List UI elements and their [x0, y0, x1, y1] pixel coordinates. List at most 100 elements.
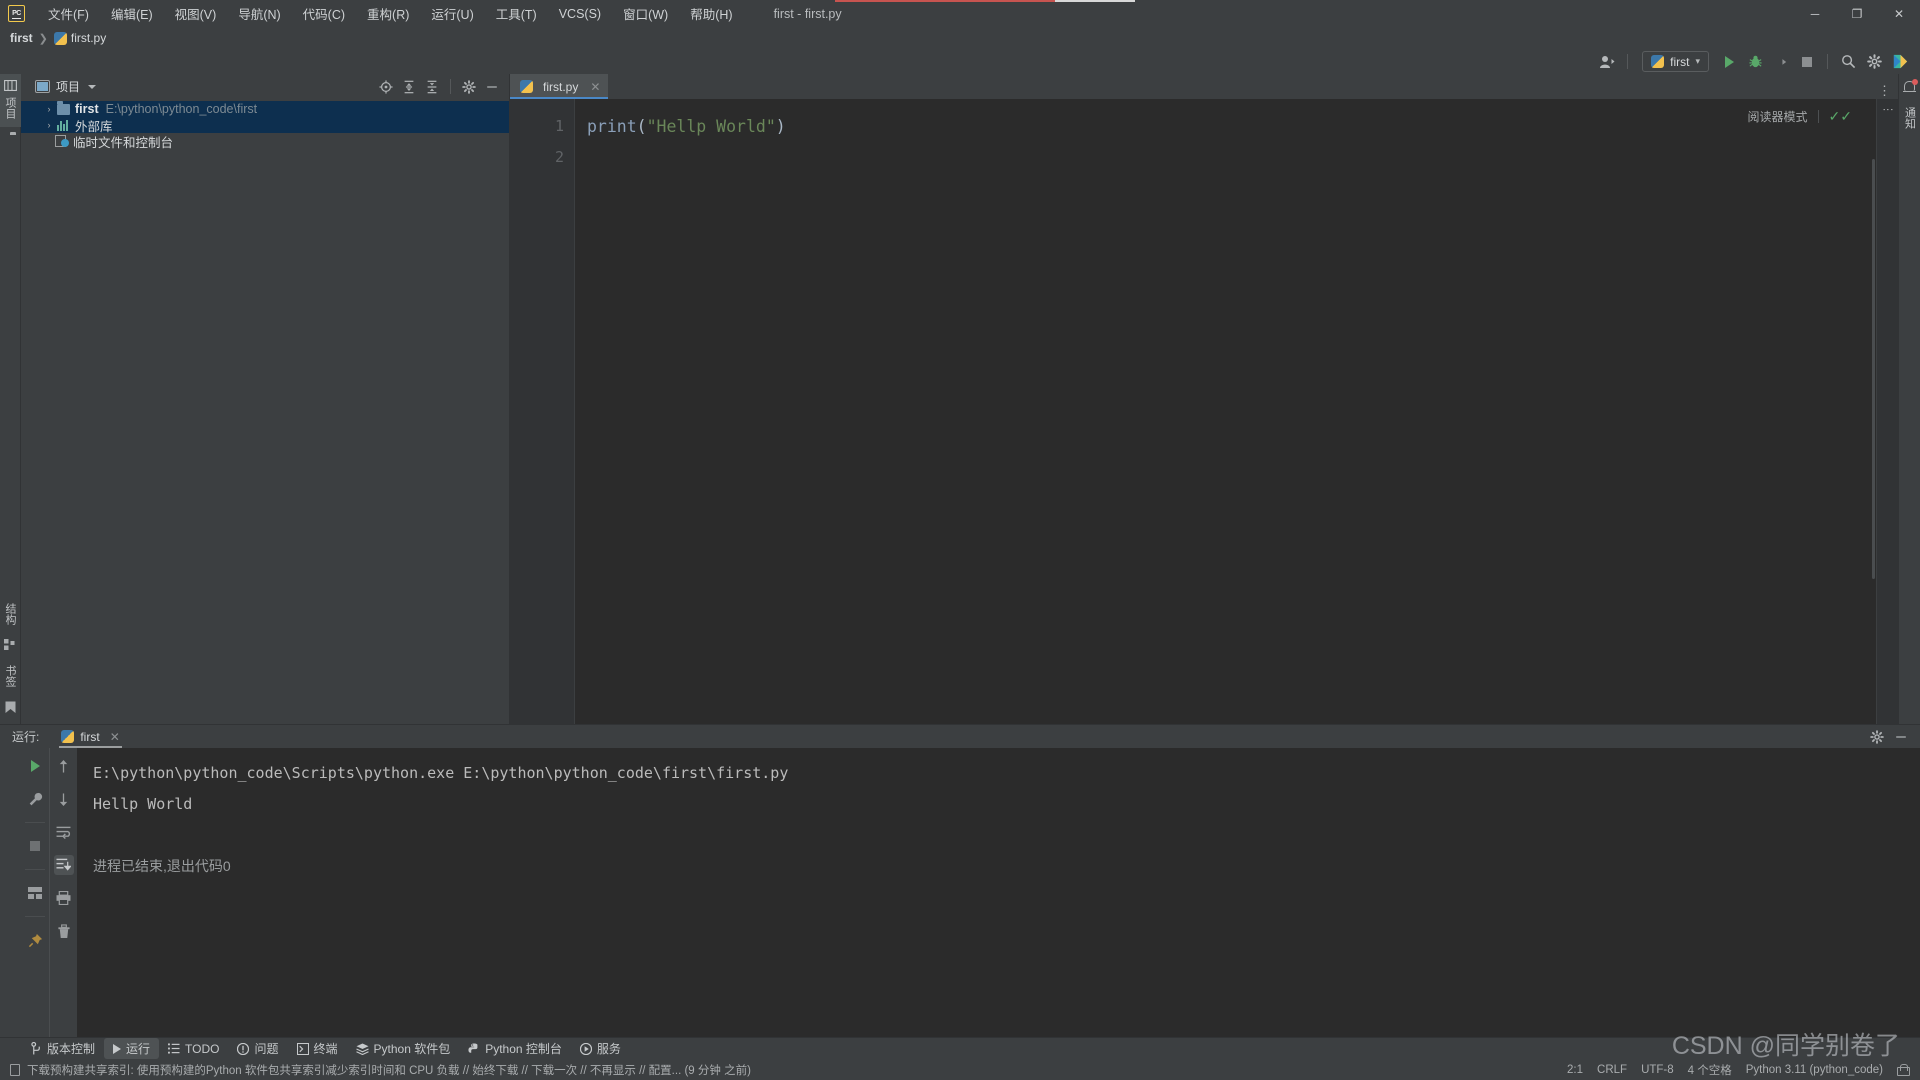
run-console-output[interactable]: E:\python\python_code\Scripts\python.exe… [77, 748, 1920, 1037]
left-rail-bottom-group: 结构 书签 [2, 603, 18, 724]
inspections-more-icon[interactable]: ⋮ [1882, 104, 1894, 115]
bottom-item-terminal[interactable]: 终端 [288, 1038, 347, 1059]
python-interpreter[interactable]: Python 3.11 (python_code) [1746, 1064, 1883, 1076]
menu-item-view[interactable]: 视图(V) [164, 1, 228, 26]
close-icon[interactable]: ✕ [110, 730, 120, 744]
ide-feature-icon[interactable] [1888, 51, 1912, 73]
tree-row-scratches[interactable]: 临时文件和控制台 [21, 133, 509, 150]
close-icon[interactable]: ✕ [590, 80, 600, 94]
caret-position[interactable]: 2:1 [1567, 1064, 1583, 1076]
left-rail-structure-label[interactable]: 结构 [2, 603, 18, 625]
run-window-body: 运行 [0, 748, 1920, 1037]
debug-icon[interactable] [1743, 51, 1767, 73]
menu-item-navigate[interactable]: 导航(N) [227, 1, 291, 26]
menu-item-edit[interactable]: 编辑(E) [100, 1, 164, 26]
menu-item-help[interactable]: 帮助(H) [679, 1, 743, 26]
wrench-settings-icon[interactable] [25, 789, 45, 809]
breadcrumb-project[interactable]: first [10, 31, 33, 45]
menu-item-run[interactable]: 运行(U) [420, 1, 484, 26]
run-button[interactable] [1717, 51, 1741, 73]
python-file-icon [53, 31, 67, 45]
stop-run-button[interactable] [25, 836, 45, 856]
minimize-button[interactable]: ─ [1794, 0, 1836, 27]
run-window-label: 运行: [12, 730, 40, 744]
search-icon[interactable] [1836, 51, 1860, 73]
gear-icon[interactable] [1862, 51, 1886, 73]
tree-node-name: 临时文件和控制台 [73, 135, 174, 150]
project-settings-gear-icon[interactable] [458, 77, 480, 97]
pin-tab-icon[interactable] [25, 930, 45, 950]
expand-all-icon[interactable] [398, 77, 420, 97]
scroll-to-end-icon[interactable] [53, 855, 74, 875]
pycharm-window: PC 文件(F) 编辑(E) 视图(V) 导航(N) 代码(C) 重构(R) 运… [0, 0, 1920, 1080]
select-opened-file-icon[interactable] [375, 77, 397, 97]
menu-item-code[interactable]: 代码(C) [292, 1, 356, 26]
more-options-icon[interactable]: ⋮ [1878, 83, 1892, 99]
bottom-item-label: 终端 [313, 1042, 338, 1056]
hide-panel-icon[interactable] [481, 77, 503, 97]
clear-all-trash-icon[interactable] [54, 921, 74, 941]
inspection-ok-check-icon[interactable]: ✓✓ [1829, 108, 1852, 125]
rerun-button[interactable] [25, 756, 45, 776]
right-tool-rail: 书签 通知 [1898, 74, 1920, 724]
bottom-item-label: Python 软件包 [373, 1042, 451, 1056]
code-open-paren: ( [636, 117, 647, 136]
bottom-item-python-packages[interactable]: Python 软件包 [347, 1038, 460, 1059]
status-bar-message[interactable]: 下载预构建共享索引: 使用预构建的Python 软件包共享索引减少索引时间和 C… [27, 1062, 751, 1078]
close-button[interactable]: ✕ [1878, 0, 1920, 27]
menu-item-refactor[interactable]: 重构(R) [356, 1, 420, 26]
left-rail-bookmarks-label[interactable]: 书签 [2, 665, 18, 687]
bottom-item-problems[interactable]: 问题 [228, 1038, 287, 1059]
right-rail-notifications-text[interactable]: 通知 [1902, 107, 1918, 129]
lock-icon[interactable] [1897, 1063, 1910, 1076]
line-number-gutter: 12 [510, 99, 575, 724]
menu-item-tools[interactable]: 工具(T) [485, 1, 548, 26]
bottom-item-python-console[interactable]: Python 控制台 [459, 1038, 571, 1059]
bottom-item-todo[interactable]: TODO [159, 1040, 228, 1058]
menu-item-file[interactable]: 文件(F) [37, 1, 100, 26]
line-separator[interactable]: CRLF [1597, 1064, 1627, 1076]
project-icon [35, 80, 50, 93]
run-tab-first[interactable]: first ✕ [53, 725, 127, 748]
run-left-rail: 运行 [0, 748, 21, 1037]
bottom-item-run[interactable]: 运行 [104, 1038, 160, 1059]
editor-scrollbar[interactable] [1872, 159, 1875, 579]
code-function-name: print [587, 117, 637, 136]
project-window-icon [3, 80, 17, 91]
stop-button[interactable] [1795, 51, 1819, 73]
run-tool-window: 运行: first ✕ E:\python\python_code\Script… [0, 724, 1920, 1037]
menu-bar: 文件(F) 编辑(E) 视图(V) 导航(N) 代码(C) 重构(R) 运行(U… [37, 1, 744, 26]
bottom-item-label: 服务 [596, 1042, 621, 1056]
bottom-item-services[interactable]: 服务 [571, 1038, 630, 1059]
run-with-coverage-icon[interactable] [1769, 51, 1793, 73]
run-window-header: 运行: first ✕ [0, 725, 1920, 748]
menu-item-window[interactable]: 窗口(W) [612, 1, 679, 26]
chevron-right-icon[interactable]: › [43, 120, 55, 130]
run-settings-gear-icon[interactable] [1866, 727, 1888, 747]
scroll-up-icon[interactable] [54, 756, 74, 776]
scroll-down-icon[interactable] [54, 789, 74, 809]
indent-setting[interactable]: 4 个空格 [1688, 1062, 1732, 1078]
print-icon[interactable] [54, 888, 74, 908]
code-content[interactable]: print("Hellp World") [575, 99, 1898, 724]
left-rail-project-label[interactable]: 项目 [2, 97, 18, 119]
tab-first-py[interactable]: first.py ✕ [510, 74, 609, 99]
hide-run-window-icon[interactable] [1890, 727, 1912, 747]
reader-mode-indicator[interactable]: 阅读器模式 ✓✓ [1748, 108, 1852, 125]
maximize-button[interactable]: ❐ [1836, 0, 1878, 27]
collapse-all-icon[interactable] [421, 77, 443, 97]
breadcrumb-file[interactable]: first.py [53, 31, 106, 45]
file-encoding[interactable]: UTF-8 [1641, 1064, 1674, 1076]
menu-item-vcs[interactable]: VCS(S) [548, 4, 612, 24]
notifications-bell-icon[interactable] [1903, 79, 1918, 93]
run-configuration-selector[interactable]: first ▾ [1642, 51, 1709, 72]
bookmark-icon [5, 701, 15, 713]
python-config-icon [1651, 55, 1665, 68]
account-icon[interactable] [1595, 51, 1619, 73]
bottom-item-version-control[interactable]: 版本控制 [22, 1038, 104, 1059]
project-view-chevron-down-icon[interactable] [88, 84, 97, 89]
soft-wrap-icon[interactable] [54, 822, 74, 842]
layout-icon[interactable] [25, 883, 45, 903]
chevron-right-icon[interactable]: › [43, 104, 55, 114]
terminal-icon [296, 1042, 309, 1055]
